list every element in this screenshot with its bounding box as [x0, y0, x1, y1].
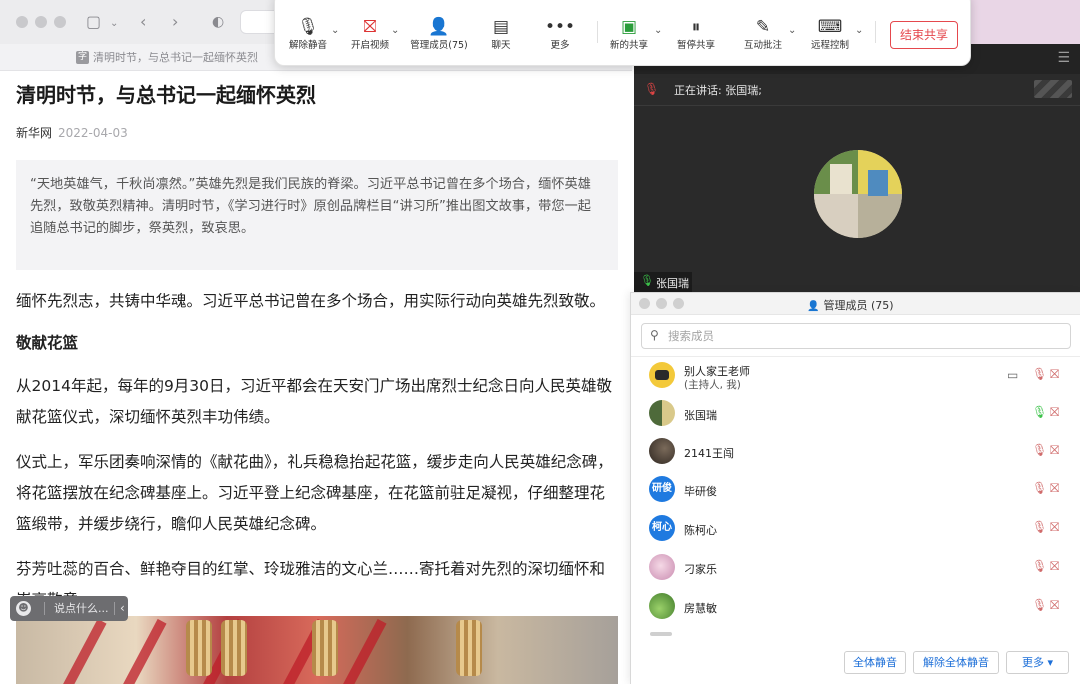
avatar: 柯心	[649, 515, 675, 541]
mute-all-button[interactable]: 全体静音	[844, 651, 906, 674]
member-row[interactable]: 张国瑞 🎙 ⛝	[631, 395, 1080, 433]
article-source[interactable]: 新华网	[16, 126, 52, 140]
mic-muted-icon[interactable]: 🎙	[1032, 520, 1047, 534]
mic-muted-icon[interactable]: 🎙	[1032, 443, 1047, 457]
article-summary-quote: “天地英雄气，千秋尚凛然。”英雄先烈是我们民族的脊梁。习近平总书记曾在多个场合，…	[16, 160, 618, 270]
participant-name: 张国瑞	[656, 277, 689, 290]
person-icon: 👤	[807, 301, 820, 312]
avatar: 研俊	[649, 476, 675, 502]
video-off-icon[interactable]: ⛝	[1050, 559, 1059, 574]
emoji-icon[interactable]: ☻	[16, 601, 31, 616]
avatar	[649, 554, 675, 580]
member-name: 刁家乐	[684, 563, 717, 576]
meeting-toolbar: 🎙 解除静音 ⌄ ⛝ 开启视频 ⌄ 👤 管理成员(75) ▤ 聊天 ••• 更多…	[274, 0, 971, 66]
participant-name-tag: 🎙 张国瑞	[634, 272, 692, 292]
avatar	[649, 593, 675, 619]
forward-arrow-icon[interactable]: ›	[172, 12, 178, 32]
mic-muted-icon[interactable]: 🎙	[1032, 481, 1047, 495]
panel-zoom-button[interactable]	[673, 298, 684, 309]
mic-muted-icon[interactable]: 🎙	[1032, 598, 1047, 612]
mic-muted-icon: 🎙	[644, 82, 660, 96]
member-search-input[interactable]	[668, 328, 1058, 344]
panel-title-bar: 👤 管理成员 (75)	[631, 293, 1080, 315]
menu-icon[interactable]: ☰	[1057, 50, 1070, 66]
article-paragraph-1: 缅怀先烈志，共铸中华魂。习近平总书记曾在多个场合，用实际行动向英雄先烈致敬。	[16, 292, 606, 310]
comment-bar[interactable]: ☻ 说点什么... ‹	[10, 596, 128, 621]
avatar	[649, 400, 675, 426]
panel-minimize-button[interactable]	[656, 298, 667, 309]
member-row[interactable]: 研俊 毕研俊 🎙 ⛝	[631, 471, 1080, 509]
article-photo	[16, 616, 618, 684]
collapse-arrow-icon[interactable]: ‹	[120, 596, 125, 621]
window-minimize-button[interactable]	[35, 16, 47, 28]
panel-title: 管理成员 (75)	[823, 299, 894, 312]
pause-share-button[interactable]: ⏸ 暂停共享	[658, 17, 734, 52]
member-role: (主持人, 我)	[684, 379, 741, 391]
unmute-all-button[interactable]: 解除全体静音	[913, 651, 999, 674]
window-close-button[interactable]	[16, 16, 28, 28]
chevron-down-icon[interactable]: ⌄	[391, 25, 399, 36]
screen-share-icon: ▭	[1007, 368, 1019, 382]
chevron-down-icon[interactable]: ⌄	[110, 14, 118, 34]
member-row[interactable]: 房慧敏 🎙 ⛝	[631, 588, 1080, 626]
video-window: ☰ 🎙 正在讲话: 张国瑞; 🎙 张国瑞	[634, 44, 1080, 292]
more-icon: •••	[544, 17, 576, 37]
member-search[interactable]: ⚲	[641, 323, 1071, 349]
video-off-icon[interactable]: ⛝	[1050, 443, 1059, 458]
member-name: 陈柯心	[684, 524, 717, 537]
mic-muted-icon[interactable]: 🎙	[1032, 559, 1047, 573]
article-date: 2022-04-03	[58, 126, 128, 140]
member-row[interactable]: 刁家乐 🎙 ⛝	[631, 549, 1080, 587]
more-button[interactable]: 更多 ▾	[1006, 651, 1069, 674]
search-icon: ⚲	[650, 328, 659, 342]
participant-avatar	[814, 150, 902, 238]
member-name: 房慧敏	[684, 602, 717, 615]
tab-favicon-icon: 字	[76, 51, 89, 64]
layout-icon[interactable]	[1034, 80, 1072, 98]
back-arrow-icon[interactable]: ‹	[140, 12, 146, 32]
screen: ▢ ⌄ ‹ › ◐ 字 清明时节，与总书记一起缅怀英烈 清明时节，与总书记一起缅…	[0, 0, 1080, 684]
scrollbar[interactable]	[650, 632, 672, 636]
sidebar-toggle-icon[interactable]: ▢	[86, 12, 101, 32]
article-heading: 敬献花篮	[16, 334, 79, 352]
member-panel: 👤管理成员 (75) ⚲ 别人家王老师 (主持人, 我) ▭ 🎙 ⛝ 张国瑞 🎙…	[630, 292, 1080, 684]
article-meta: 新华网 2022-04-03	[16, 124, 618, 142]
member-row[interactable]: 别人家王老师 (主持人, 我) ▭ 🎙 ⛝	[631, 357, 1080, 395]
member-row[interactable]: 柯心 陈柯心 🎙 ⛝	[631, 510, 1080, 548]
mic-active-icon[interactable]: 🎙	[1032, 405, 1047, 419]
more-button[interactable]: ••• 更多	[522, 17, 598, 52]
article: 清明时节，与总书记一起缅怀英烈 新华网 2022-04-03 “天地英雄气，千秋尚…	[16, 78, 618, 616]
speaking-indicator: 正在讲话: 张国瑞;	[674, 84, 762, 97]
chevron-down-icon[interactable]: ⌄	[855, 25, 863, 36]
video-off-icon[interactable]: ⛝	[1050, 481, 1059, 496]
member-name: 张国瑞	[684, 409, 717, 422]
avatar	[649, 362, 675, 388]
member-row[interactable]: 2141王闯 🎙 ⛝	[631, 433, 1080, 471]
privacy-shield-icon[interactable]: ◐	[212, 12, 224, 32]
article-paragraph-3: 仪式上，军乐团奏响深情的《献花曲》，礼兵稳稳抬起花篮，缓步走向人民英雄纪念碑，将…	[16, 453, 613, 533]
speaker-bar: 🎙 正在讲话: 张国瑞;	[634, 74, 1080, 106]
video-off-icon[interactable]: ⛝	[1050, 520, 1059, 535]
tab-title[interactable]: 清明时节，与总书记一起缅怀英烈	[93, 49, 258, 65]
mic-active-icon: 🎙	[640, 274, 654, 287]
video-off-icon[interactable]: ⛝	[1050, 598, 1059, 613]
article-paragraph-2: 从2014年起，每年的9月30日，习近平都会在天安门广场出席烈士纪念日向人民英雄…	[16, 377, 613, 426]
video-off-icon[interactable]: ⛝	[1050, 405, 1059, 420]
browser-window: ▢ ⌄ ‹ › ◐ 字 清明时节，与总书记一起缅怀英烈 清明时节，与总书记一起缅…	[0, 0, 632, 684]
panel-close-button[interactable]	[639, 298, 650, 309]
video-off-icon[interactable]: ⛝	[1050, 367, 1059, 382]
end-share-button[interactable]: 结束共享	[890, 21, 958, 49]
article-title: 清明时节，与总书记一起缅怀英烈	[16, 83, 316, 107]
member-name: 毕研俊	[684, 485, 717, 498]
mic-muted-icon[interactable]: 🎙	[1032, 367, 1047, 381]
comment-input[interactable]: 说点什么...	[54, 596, 109, 621]
window-zoom-button[interactable]	[54, 16, 66, 28]
avatar	[649, 438, 675, 464]
pause-share-icon: ⏸	[691, 17, 701, 37]
member-name: 2141王闯	[684, 447, 734, 460]
